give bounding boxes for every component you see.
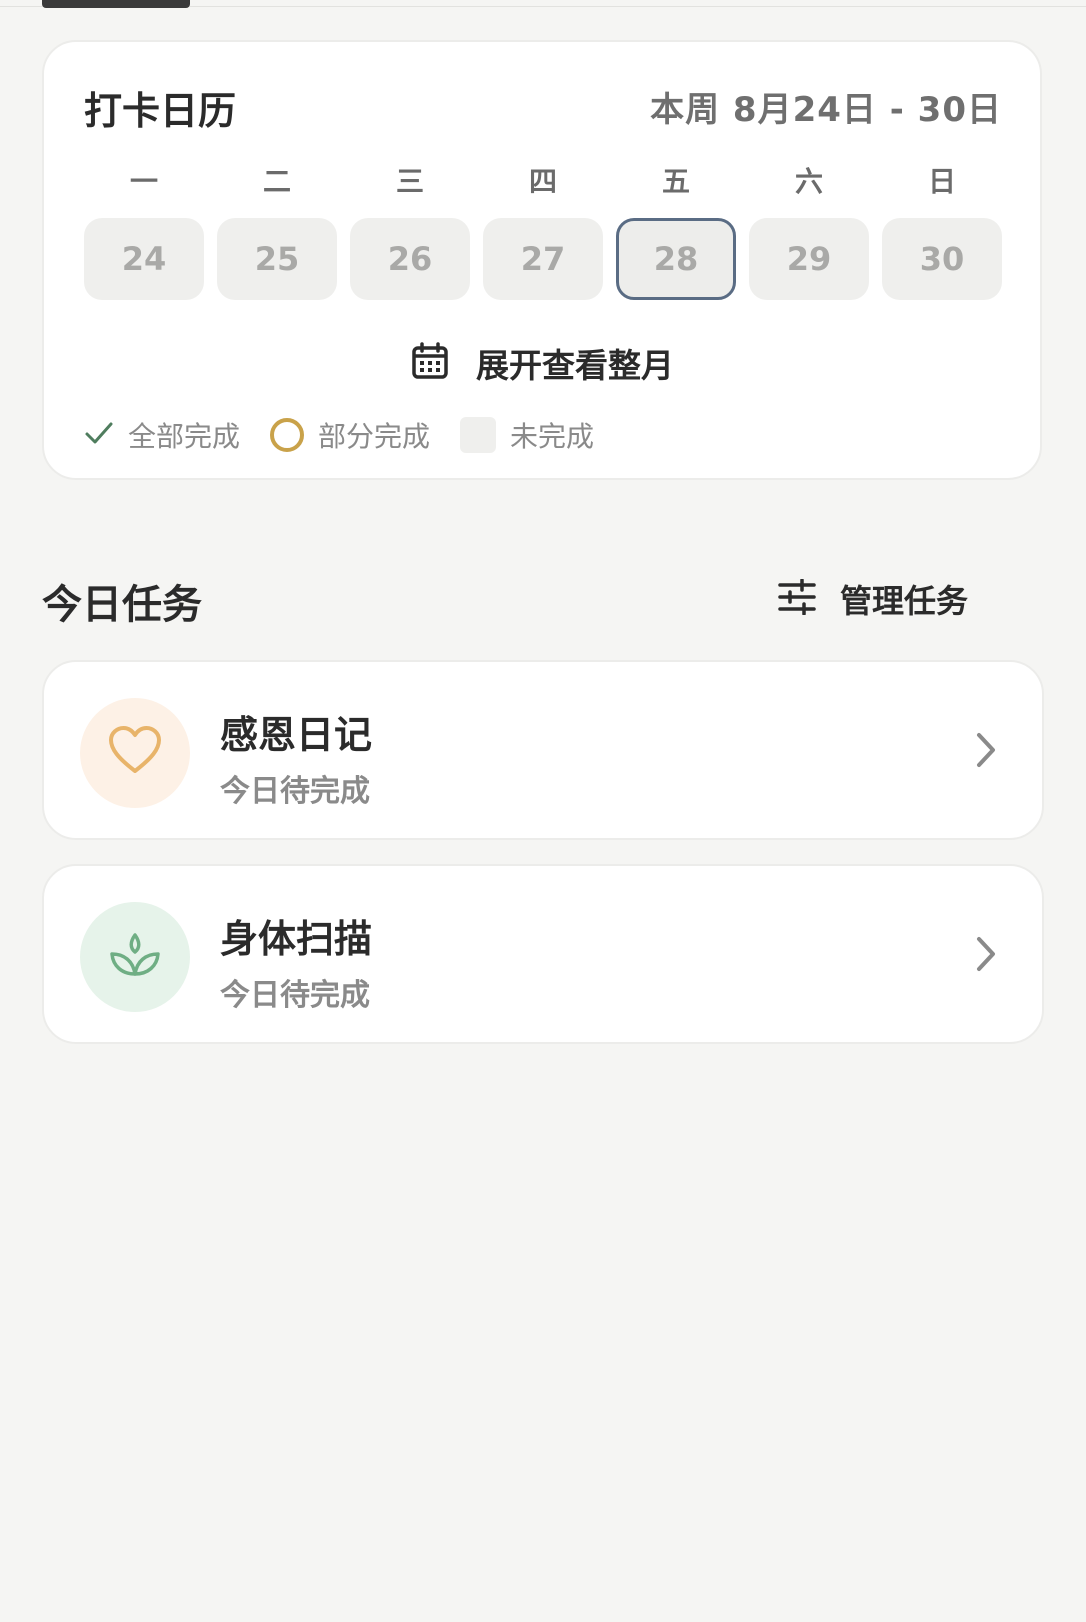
day-cell-24[interactable]: 24 [84,218,204,300]
chevron-right-icon [974,934,998,978]
legend-partial-label: 部分完成 [318,420,431,453]
day-cell-30[interactable]: 30 [882,218,1002,300]
task-icon-circle [80,698,190,808]
day-cell-27[interactable]: 27 [483,218,603,300]
expand-month-button[interactable]: 展开查看整月 [44,338,1040,388]
day-cell-29[interactable]: 29 [749,218,869,300]
chevron-right-icon [974,730,998,774]
task-card-gratitude-journal[interactable]: 感恩日记 今日待完成 [42,660,1044,840]
weekday-label: 三 [395,165,424,198]
legend-complete: 全部完成 [84,415,240,455]
sprout-icon [108,930,162,984]
task-name: 身体扫描 [220,917,373,961]
legend: 全部完成 部分完成 未完成 [84,410,624,460]
top-tab-indicator [42,0,190,8]
sliders-icon [778,578,816,619]
day-cell-26[interactable]: 26 [350,218,470,300]
day-cell-28-selected[interactable]: 28 [616,218,736,300]
task-status: 今日待完成 [220,978,370,1013]
weekday-label: 五 [661,165,690,198]
calendar-icon [410,341,450,385]
task-name: 感恩日记 [220,713,373,757]
manage-tasks-button[interactable]: 管理任务 [778,576,968,622]
manage-tasks-label: 管理任务 [839,582,968,620]
legend-partial: 部分完成 [270,415,430,455]
legend-complete-label: 全部完成 [128,420,241,453]
weekday-label: 日 [927,165,956,198]
weekday-row: 一 二 三 四 五 六 日 [84,160,1002,204]
task-card-body-scan[interactable]: 身体扫描 今日待完成 [42,864,1044,1044]
blank-square-icon [460,417,497,453]
ring-icon [270,418,305,452]
heart-icon [108,726,162,780]
week-range: 本周 8月24日 - 30日 [650,90,1002,130]
weekday-label: 一 [129,165,158,198]
legend-incomplete-label: 未完成 [510,420,595,453]
checkin-calendar-card: 打卡日历 本周 8月24日 - 30日 一 二 三 四 五 六 日 24 25 … [42,40,1042,480]
task-status: 今日待完成 [220,774,370,809]
weekday-label: 六 [794,165,823,198]
legend-incomplete: 未完成 [460,415,594,455]
task-icon-circle [80,902,190,1012]
today-tasks-title: 今日任务 [42,582,202,628]
weekday-label: 二 [262,165,291,198]
calendar-title: 打卡日历 [84,89,237,133]
day-row: 24 25 26 27 28 29 30 [84,218,1002,302]
expand-month-label: 展开查看整月 [476,346,674,385]
day-cell-25[interactable]: 25 [217,218,337,300]
check-icon [84,418,114,452]
weekday-label: 四 [528,165,557,198]
